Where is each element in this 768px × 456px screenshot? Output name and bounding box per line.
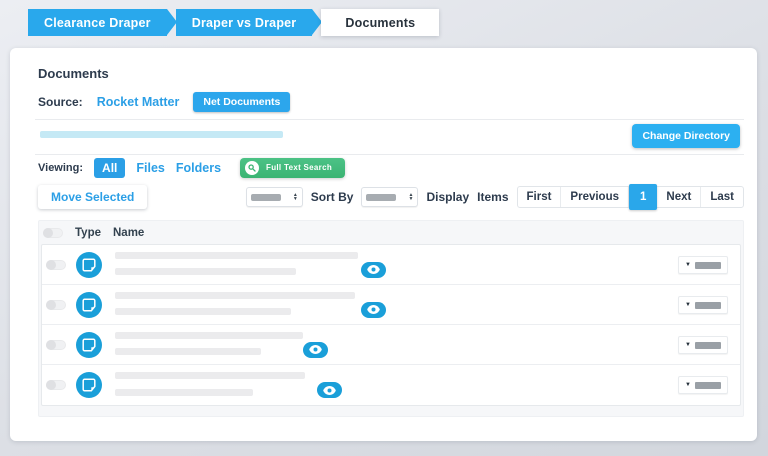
full-text-search-label: Full Text Search bbox=[266, 163, 332, 172]
source-option-net-documents[interactable]: Net Documents bbox=[193, 92, 290, 112]
row-select-toggle[interactable] bbox=[46, 260, 66, 270]
viewing-row: Viewing: All Files Folders Full Text Sea… bbox=[38, 157, 345, 178]
toolbar-row: Move Selected ▲▼ Sort By ▲▼ Display Item… bbox=[38, 184, 744, 210]
full-text-search-button[interactable]: Full Text Search bbox=[240, 158, 345, 178]
caret-down-icon: ▼ bbox=[685, 342, 691, 348]
dropdown-value-placeholder bbox=[695, 302, 721, 309]
document-note-icon bbox=[76, 372, 102, 398]
divider bbox=[35, 119, 744, 120]
document-note-icon bbox=[76, 332, 102, 358]
select-value-placeholder bbox=[251, 194, 281, 201]
column-name: Name bbox=[113, 227, 144, 239]
breadcrumb: Clearance Draper Draper vs Draper Docume… bbox=[28, 9, 439, 36]
name-placeholder bbox=[115, 372, 342, 398]
viewing-option-files[interactable]: Files bbox=[136, 161, 165, 175]
eye-icon[interactable] bbox=[361, 262, 386, 278]
name-placeholder bbox=[115, 332, 328, 358]
select-value-placeholder bbox=[366, 194, 396, 201]
caret-down-icon: ▼ bbox=[685, 262, 691, 268]
select-all-toggle[interactable] bbox=[43, 228, 63, 238]
row-action-dropdown[interactable]: ▼ bbox=[678, 296, 728, 314]
sort-by-select[interactable]: ▲▼ bbox=[246, 187, 303, 207]
tab-documents[interactable]: Documents bbox=[321, 9, 439, 36]
name-line-placeholder bbox=[115, 372, 305, 379]
items-label: Items bbox=[477, 190, 508, 204]
stepper-icon: ▲▼ bbox=[293, 193, 298, 201]
name-line-placeholder bbox=[115, 389, 253, 396]
name-line-placeholder bbox=[115, 252, 358, 259]
eye-icon[interactable] bbox=[361, 302, 386, 318]
stepper-icon: ▲▼ bbox=[409, 193, 414, 201]
source-option-rocket-matter[interactable]: Rocket Matter bbox=[97, 95, 180, 109]
caret-down-icon: ▼ bbox=[685, 382, 691, 388]
pagination-next[interactable]: Next bbox=[657, 187, 701, 207]
pagination-first[interactable]: First bbox=[518, 187, 562, 207]
column-type: Type bbox=[75, 227, 101, 239]
name-line-placeholder bbox=[115, 332, 303, 339]
page-title: Documents bbox=[38, 66, 109, 81]
source-row: Source: Rocket Matter Net Documents bbox=[38, 91, 290, 113]
search-icon bbox=[245, 161, 259, 175]
document-note-icon bbox=[76, 292, 102, 318]
row-action-dropdown[interactable]: ▼ bbox=[678, 336, 728, 354]
pagination-previous[interactable]: Previous bbox=[561, 187, 629, 207]
row-select-toggle[interactable] bbox=[46, 340, 66, 350]
documents-panel: Documents Source: Rocket Matter Net Docu… bbox=[10, 48, 757, 441]
dropdown-value-placeholder bbox=[695, 262, 721, 269]
viewing-option-folders[interactable]: Folders bbox=[176, 161, 221, 175]
change-directory-button[interactable]: Change Directory bbox=[632, 124, 740, 148]
name-placeholder bbox=[115, 252, 386, 278]
row-select-toggle[interactable] bbox=[46, 380, 66, 390]
source-label: Source: bbox=[38, 95, 83, 109]
directory-path-placeholder bbox=[40, 131, 283, 138]
pagination: First Previous 1 Next Last bbox=[517, 186, 745, 208]
display-label: Display bbox=[426, 190, 469, 204]
name-line-placeholder bbox=[115, 292, 355, 299]
move-selected-button[interactable]: Move Selected bbox=[38, 185, 147, 209]
viewing-option-all[interactable]: All bbox=[94, 158, 125, 178]
table-row: ▼ bbox=[42, 245, 740, 285]
document-note-icon bbox=[76, 252, 102, 278]
sort-cluster: ▲▼ Sort By ▲▼ Display Items First Previo… bbox=[246, 186, 744, 208]
row-action-dropdown[interactable]: ▼ bbox=[678, 256, 728, 274]
caret-down-icon: ▼ bbox=[685, 302, 691, 308]
viewing-label: Viewing: bbox=[38, 162, 83, 174]
name-line-placeholder bbox=[115, 308, 291, 315]
sort-by-label: Sort By bbox=[311, 190, 354, 204]
divider bbox=[35, 154, 744, 155]
table-row: ▼ bbox=[42, 285, 740, 325]
documents-table: Type Name bbox=[38, 220, 744, 417]
table-rows: ▼ bbox=[41, 244, 741, 406]
tab-draper-vs-draper[interactable]: Draper vs Draper bbox=[176, 9, 313, 36]
eye-icon[interactable] bbox=[317, 382, 342, 398]
dropdown-value-placeholder bbox=[695, 382, 721, 389]
table-row: ▼ bbox=[42, 325, 740, 365]
name-placeholder bbox=[115, 292, 386, 318]
tab-clearance-draper[interactable]: Clearance Draper bbox=[28, 9, 167, 36]
eye-icon[interactable] bbox=[303, 342, 328, 358]
pagination-last[interactable]: Last bbox=[701, 187, 743, 207]
row-action-dropdown[interactable]: ▼ bbox=[678, 376, 728, 394]
table-header: Type Name bbox=[39, 221, 743, 244]
pagination-current-page[interactable]: 1 bbox=[629, 184, 657, 210]
name-line-placeholder bbox=[115, 268, 296, 275]
display-select[interactable]: ▲▼ bbox=[361, 187, 418, 207]
dropdown-value-placeholder bbox=[695, 342, 721, 349]
name-line-placeholder bbox=[115, 348, 261, 355]
row-select-toggle[interactable] bbox=[46, 300, 66, 310]
table-row: ▼ bbox=[42, 365, 740, 405]
